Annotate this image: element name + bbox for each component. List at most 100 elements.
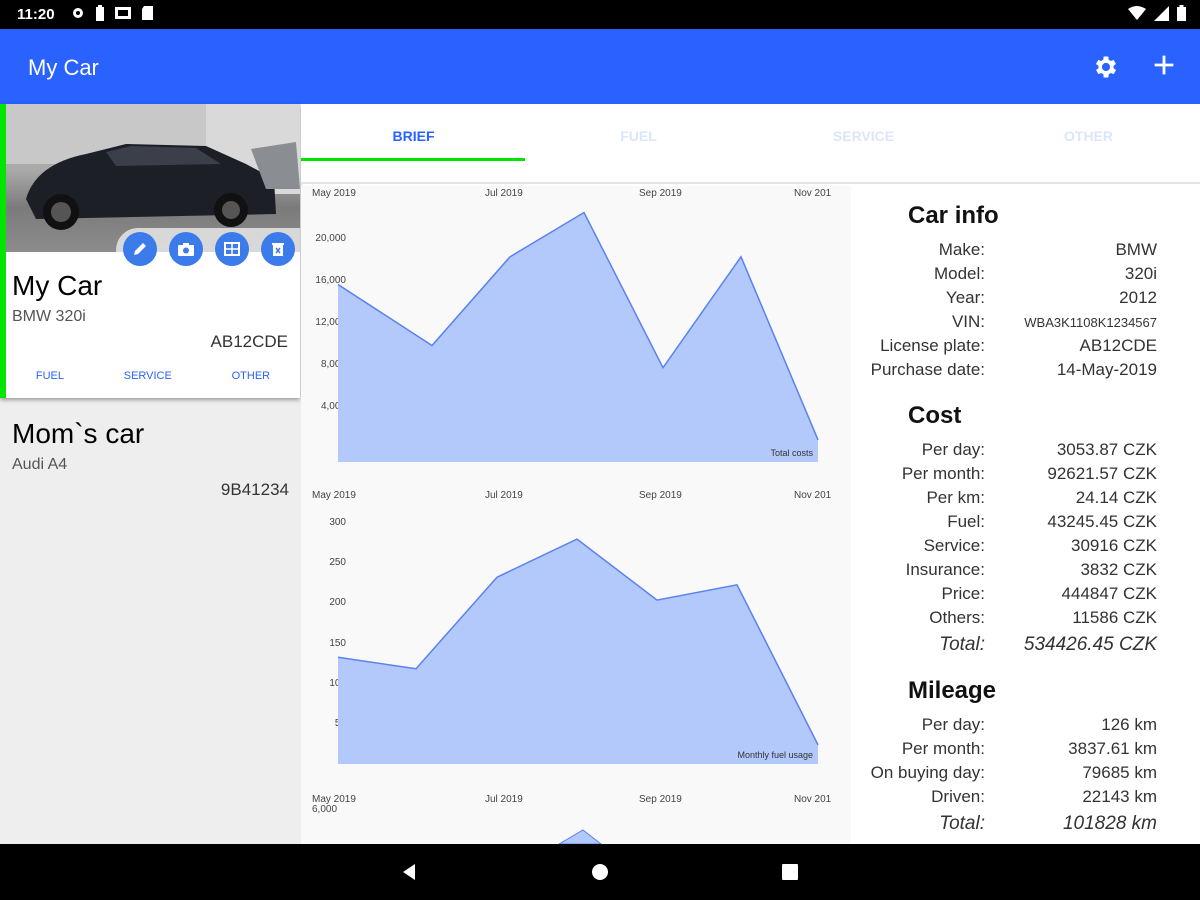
row-value: AB12CDE — [1079, 336, 1157, 355]
cost-row: Others: 11586 CZK — [851, 608, 1200, 632]
delete-icon — [272, 243, 284, 256]
car-name: My Car — [12, 270, 103, 301]
y-tick-label: 250 — [329, 557, 346, 568]
row-value: 101828 km — [1062, 813, 1157, 834]
tab-service[interactable]: SERVICE — [751, 128, 976, 144]
tab-indicator — [301, 158, 525, 161]
row-value: 444847 CZK — [1061, 584, 1157, 603]
photo-actions — [123, 232, 295, 266]
area-series — [558, 829, 602, 844]
row-value: 43245.45 CZK — [1047, 512, 1157, 531]
cost-row: Price: 444847 CZK — [851, 584, 1200, 608]
pencil-icon — [134, 243, 146, 255]
area-fill — [338, 212, 818, 462]
add-icon[interactable] — [1150, 51, 1178, 79]
cost-row: Per km: 24.14 CZK — [851, 488, 1200, 512]
car-info-row: License plate: AB12CDE — [851, 336, 1200, 360]
row-value: 24.14 CZK — [1075, 488, 1157, 507]
y-tick-label: 6,000 — [312, 804, 337, 815]
cost-row: Per day: 3053.87 CZK — [851, 440, 1200, 464]
x-tick-label: Sep 2019 — [639, 490, 682, 501]
row-value: BMW — [1115, 240, 1157, 259]
row-label: VIN: — [951, 312, 985, 331]
car-link-service[interactable]: SERVICE — [124, 370, 172, 382]
car-plate: AB12CDE — [210, 332, 288, 351]
camera-button[interactable] — [169, 232, 203, 266]
row-value: 14-May-2019 — [1056, 360, 1157, 379]
row-label: On buying day: — [870, 763, 985, 782]
recents-icon[interactable] — [780, 862, 800, 882]
x-tick-label: Sep 2019 — [639, 188, 682, 199]
info-panel[interactable]: Car info Make: BMW Model: 320i Year: 2012 VIN:… — [851, 186, 1200, 844]
app-title: My Car — [28, 55, 99, 80]
charts-panel[interactable]: May 2019 Jul 2019 Sep 2019 Nov 201 20,000 16,… — [301, 186, 851, 844]
mileage-title: Mileage — [908, 677, 997, 704]
cost-row: Fuel: 43245.45 CZK — [851, 512, 1200, 536]
mileage-row: Total: 101828 km — [851, 813, 1200, 837]
car-name[interactable]: Mom`s car — [12, 418, 144, 450]
car-info-row: Purchase date: 14-May-2019 — [851, 360, 1200, 384]
cost-row: Service: 30916 CZK — [851, 536, 1200, 560]
car-info-row: Model: 320i — [851, 264, 1200, 288]
x-tick-label: Nov 201 — [794, 490, 832, 501]
battery-icon — [1177, 5, 1186, 21]
gear-icon — [73, 8, 83, 18]
status-bar: 11:20 — [0, 0, 1200, 29]
x-tick-label: Jul 2019 — [485, 490, 523, 501]
row-label: Per day: — [921, 440, 985, 459]
car-model: BMW 320i — [12, 308, 86, 325]
y-tick-label: 200 — [329, 597, 346, 608]
row-value: 3832 CZK — [1080, 560, 1157, 579]
back-icon[interactable] — [399, 862, 419, 882]
row-value: 2012 — [1119, 288, 1157, 307]
car-plate: 9B41234 — [220, 480, 289, 499]
cost-row: Per month: 92621.57 CZK — [851, 464, 1200, 488]
x-tick-label: Jul 2019 — [485, 794, 523, 805]
delete-photo-button[interactable] — [261, 232, 295, 266]
row-label: Make: — [938, 240, 985, 259]
car-link-fuel[interactable]: FUEL — [36, 370, 64, 382]
x-tick-label: Nov 201 — [794, 794, 832, 805]
row-value: 126 km — [1101, 715, 1157, 734]
car-model: Audi A4 — [12, 456, 68, 473]
nav-bar — [0, 844, 1200, 900]
tab-brief[interactable]: BRIEF — [301, 128, 526, 144]
mileage-row: Per month: 3837.61 km — [851, 739, 1200, 763]
home-icon[interactable] — [590, 862, 610, 882]
row-label: Model: — [933, 264, 985, 283]
row-label: Driven: — [931, 787, 985, 806]
series-label: Total costs — [770, 448, 813, 458]
gallery-button[interactable] — [215, 232, 249, 266]
row-label: Per month: — [901, 739, 985, 758]
car-info-title: Car info — [908, 202, 999, 229]
car-photo — [6, 104, 300, 252]
edit-button[interactable] — [123, 232, 157, 266]
row-value: 534426.45 CZK — [1023, 634, 1157, 655]
x-tick-label: Jul 2019 — [485, 188, 523, 199]
y-tick-label: 20,000 — [315, 233, 346, 244]
signal-icon — [1154, 5, 1169, 21]
row-label: Per month: — [901, 464, 985, 483]
cost-title: Cost — [908, 402, 962, 429]
car-info-row: VIN: WBA3K1108K1234567 — [851, 312, 1200, 336]
row-value: 3837.61 km — [1068, 739, 1157, 758]
car-card-links: FUEL SERVICE OTHER — [6, 370, 300, 382]
row-label: Insurance: — [905, 560, 985, 579]
car-info-row: Make: BMW — [851, 240, 1200, 264]
mileage-row: Per day: 126 km — [851, 715, 1200, 739]
y-tick-label: 300 — [329, 517, 346, 528]
car-list: My Car BMW 320i AB12CDE FUEL SERVICE OTH… — [0, 104, 301, 844]
x-tick-label: Nov 201 — [794, 188, 832, 199]
tab-fuel[interactable]: FUEL — [526, 128, 751, 144]
car-card-selected[interactable]: My Car BMW 320i AB12CDE FUEL SERVICE OTH… — [0, 104, 300, 398]
y-tick-label: 16,000 — [315, 275, 346, 286]
app-bar: My Car — [0, 29, 1200, 104]
series-label: Monthly fuel usage — [737, 750, 813, 760]
tab-bar: BRIEF FUEL SERVICE OTHER — [301, 104, 1200, 184]
car-link-other[interactable]: OTHER — [232, 370, 271, 382]
sd-card-icon — [142, 6, 153, 20]
x-tick-label: May 2019 — [312, 188, 356, 199]
row-label: Total: — [939, 813, 985, 834]
settings-icon[interactable] — [1092, 53, 1120, 81]
tab-other[interactable]: OTHER — [976, 128, 1200, 144]
